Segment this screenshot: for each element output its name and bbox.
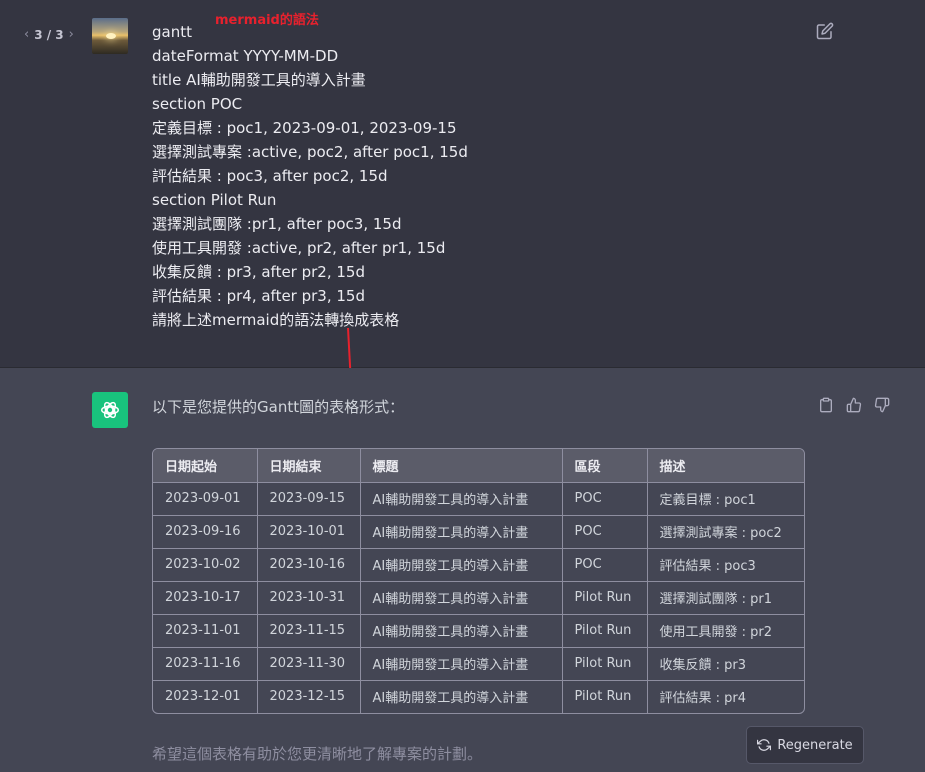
table-cell: 使用工具開發 : pr2 xyxy=(647,614,804,648)
table-cell: 選擇測試團隊 : pr1 xyxy=(647,581,804,615)
openai-logo-icon xyxy=(92,392,128,428)
table-cell: AI輔助開發工具的導入計畫 xyxy=(360,548,563,582)
table-cell: 選擇測試專案 : poc2 xyxy=(647,515,804,549)
assistant-outro-text: 希望這個表格有助於您更清晰地了解專案的計劃。 xyxy=(152,745,483,763)
table-cell: 2023-10-16 xyxy=(257,548,361,582)
table-cell: Pilot Run xyxy=(562,680,648,713)
table-cell: AI輔助開發工具的導入計畫 xyxy=(360,482,563,516)
column-header: 描述 xyxy=(647,449,804,483)
table-cell: 2023-09-16 xyxy=(153,515,258,549)
message-pager: ‹ 3 / 3 › xyxy=(24,27,74,42)
table-cell: 收集反饋 : pr3 xyxy=(647,647,804,681)
table-row: 2023-11-01 2023-11-15 AI輔助開發工具的導入計畫 Pilo… xyxy=(153,614,804,648)
table-cell: Pilot Run xyxy=(562,614,648,648)
user-message-line: section POC xyxy=(152,95,243,113)
column-header: 日期起始 xyxy=(153,449,258,483)
table-cell: 評估結果 : poc3 xyxy=(647,548,804,582)
column-header: 日期結束 xyxy=(257,449,361,483)
thumbs-up-icon[interactable] xyxy=(844,396,864,414)
table-cell: 2023-10-01 xyxy=(257,515,361,549)
regenerate-button[interactable]: Regenerate xyxy=(746,726,864,764)
table-cell: AI輔助開發工具的導入計畫 xyxy=(360,581,563,615)
chevron-right-icon[interactable]: › xyxy=(69,27,74,42)
column-header: 標題 xyxy=(360,449,563,483)
table-cell: 2023-11-30 xyxy=(257,647,361,681)
thumbs-down-icon[interactable] xyxy=(872,396,892,414)
user-message-line: title AI輔助開發工具的導入計畫 xyxy=(152,71,366,89)
message-actions xyxy=(816,396,892,414)
annotation-label: mermaid的語法 xyxy=(215,13,319,28)
table-row: 2023-09-01 2023-09-15 AI輔助開發工具的導入計畫 POC … xyxy=(153,482,804,516)
clipboard-icon[interactable] xyxy=(816,396,836,414)
table-cell: POC xyxy=(562,482,648,516)
table-cell: Pilot Run xyxy=(562,581,648,615)
table-cell: AI輔助開發工具的導入計畫 xyxy=(360,647,563,681)
table-cell: 定義目標 : poc1 xyxy=(647,482,804,516)
assistant-intro-text: 以下是您提供的Gantt圖的表格形式： xyxy=(152,398,405,416)
user-message-line: 請將上述mermaid的語法轉換成表格 xyxy=(152,311,400,329)
user-message-line: 選擇測試專案 :active, poc2, after poc1, 15d xyxy=(152,143,468,161)
user-message-block: ‹ 3 / 3 › gantt dateFormat YYYY-MM-DD ti… xyxy=(0,0,925,368)
table-cell: 2023-12-01 xyxy=(153,680,258,713)
regenerate-label: Regenerate xyxy=(777,737,853,753)
table-cell: 2023-11-16 xyxy=(153,647,258,681)
column-header: 區段 xyxy=(562,449,648,483)
user-message-line: 使用工具開發 :active, pr2, after pr1, 15d xyxy=(152,239,446,257)
chevron-left-icon[interactable]: ‹ xyxy=(24,27,29,42)
user-message-text: gantt dateFormat YYYY-MM-DD title AI輔助開發… xyxy=(152,20,468,332)
table-cell: 2023-11-01 xyxy=(153,614,258,648)
refresh-icon xyxy=(757,739,772,751)
table-cell: AI輔助開發工具的導入計畫 xyxy=(360,515,563,549)
table-cell: AI輔助開發工具的導入計畫 xyxy=(360,680,563,713)
user-message-line: 評估結果 : poc3, after poc2, 15d xyxy=(152,167,388,185)
table-cell: 2023-09-01 xyxy=(153,482,258,516)
table-row: 2023-09-16 2023-10-01 AI輔助開發工具的導入計畫 POC … xyxy=(153,515,804,549)
schedule-table: 日期起始 日期結束 標題 區段 描述 2023-09-01 2023-09-15… xyxy=(152,448,805,714)
table-cell: 2023-10-31 xyxy=(257,581,361,615)
table-cell: AI輔助開發工具的導入計畫 xyxy=(360,614,563,648)
table-cell: POC xyxy=(562,515,648,549)
table-cell: 評估結果 : pr4 xyxy=(659,691,747,707)
pager-count: 3 / 3 xyxy=(34,27,64,42)
table-cell: 2023-12-15 xyxy=(257,680,361,713)
edit-icon[interactable] xyxy=(816,22,834,40)
table-cell: 2023-11-15 xyxy=(257,614,361,648)
table-header-row: 日期起始 日期結束 標題 區段 描述 xyxy=(153,449,804,483)
user-message-line: dateFormat YYYY-MM-DD xyxy=(152,47,339,65)
table-cell: 2023-09-15 xyxy=(257,482,361,516)
user-message-line: section Pilot Run xyxy=(152,191,277,209)
table-row: 2023-12-01 2023-12-15 AI輔助開發工具的導入計畫 Pilo… xyxy=(153,680,804,713)
table-cell: 2023-10-02 xyxy=(153,548,258,582)
table-row: 2023-10-17 2023-10-31 AI輔助開發工具的導入計畫 Pilo… xyxy=(153,581,804,615)
table-cell: POC xyxy=(562,548,648,582)
user-message-line: 選擇測試團隊 :pr1, after poc3, 15d xyxy=(152,215,402,233)
table-cell: Pilot Run xyxy=(562,647,648,681)
user-avatar xyxy=(92,18,128,54)
user-message-line: 評估結果 : pr4, after pr3, 15d xyxy=(152,287,365,305)
table-cell: 2023-10-17 xyxy=(153,581,258,615)
user-message-line: 收集反饋 : pr3, after pr2, 15d xyxy=(152,263,365,281)
table-row: 2023-11-16 2023-11-30 AI輔助開發工具的導入計畫 Pilo… xyxy=(153,647,804,681)
user-message-line: 定義目標 : poc1, 2023-09-01, 2023-09-15 xyxy=(152,119,457,137)
table-row: 2023-10-02 2023-10-16 AI輔助開發工具的導入計畫 POC … xyxy=(153,548,804,582)
